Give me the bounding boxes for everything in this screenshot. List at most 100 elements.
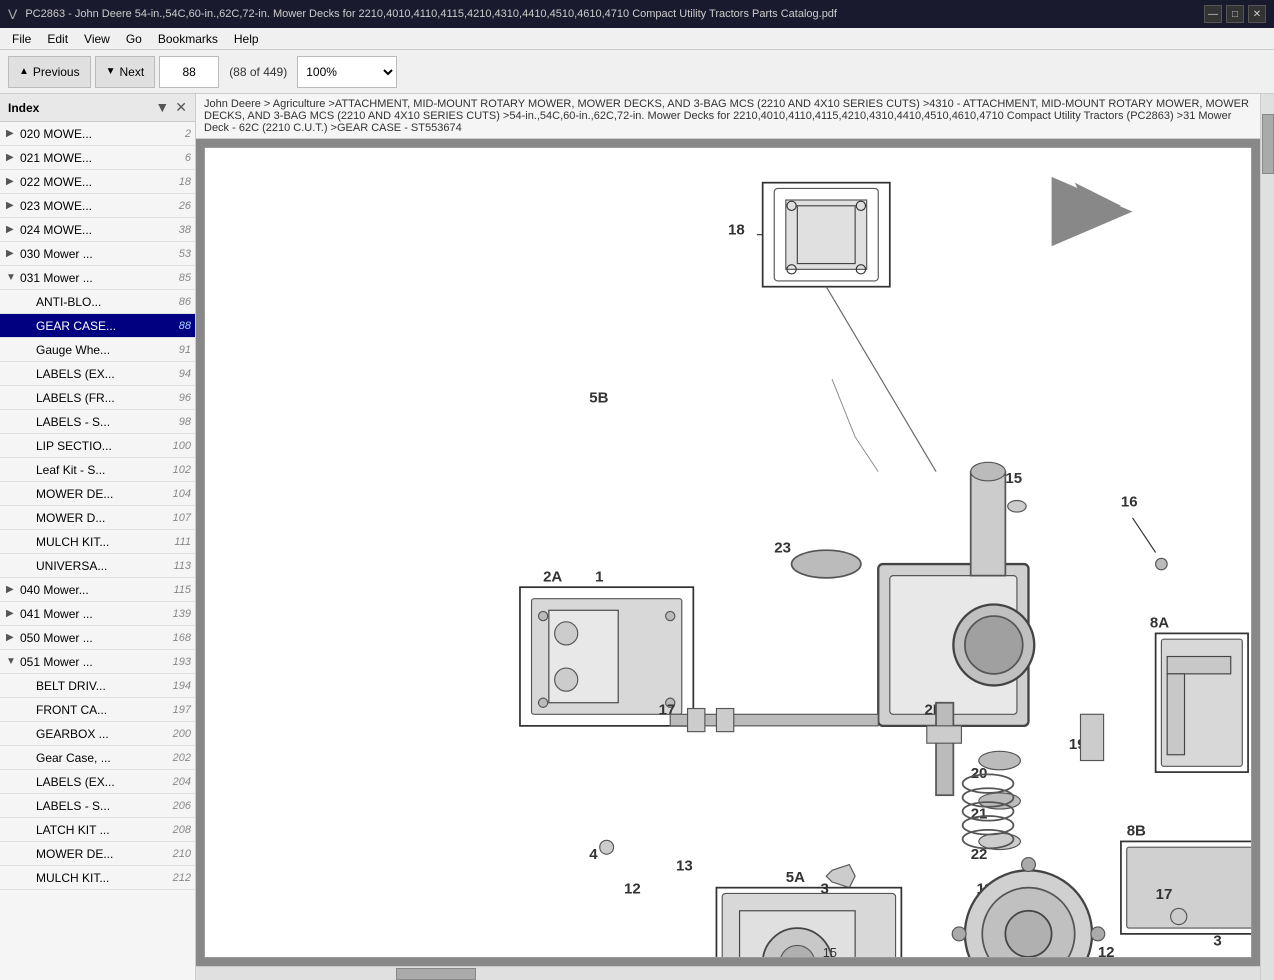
sidebar-item-051-belt[interactable]: BELT DRIV...194: [0, 674, 195, 698]
scroll-thumb[interactable]: [1262, 114, 1274, 174]
svg-text:5A: 5A: [786, 869, 805, 886]
sidebar-item-page: 91: [179, 344, 191, 356]
sidebar-item-page: 139: [173, 608, 191, 620]
next-button[interactable]: ▼ Next: [95, 56, 156, 88]
previous-arrow-icon: ▲: [19, 66, 29, 77]
sidebar-item-page: 88: [179, 320, 191, 332]
sidebar-item-031[interactable]: ▼031 Mower ...85: [0, 266, 195, 290]
sidebar-item-051-labelss[interactable]: LABELS - S... 206: [0, 794, 195, 818]
previous-button[interactable]: ▲ Previous: [8, 56, 91, 88]
expand-icon: ▶: [6, 608, 20, 619]
sidebar-item-051-mulch[interactable]: MULCH KIT...212: [0, 866, 195, 890]
sidebar-item-page: 206: [173, 800, 191, 812]
sidebar-item-031-labelss[interactable]: LABELS - S...98: [0, 410, 195, 434]
sidebar-item-page: 212: [173, 872, 191, 884]
expand-icon: ▶: [6, 128, 20, 139]
sidebar-item-031-gauge[interactable]: Gauge Whe... 91: [0, 338, 195, 362]
sidebar-item-label: LABELS (EX...: [36, 775, 169, 789]
svg-text:18: 18: [728, 222, 745, 239]
svg-text:23: 23: [774, 540, 791, 557]
sidebar-item-label: MOWER DE...: [36, 847, 169, 861]
sidebar-item-label: 041 Mower ...: [20, 607, 169, 621]
menu-help[interactable]: Help: [226, 30, 267, 48]
sidebar-item-page: 96: [179, 392, 191, 404]
sidebar-item-page: 208: [173, 824, 191, 836]
sidebar-item-label: LABELS (FR...: [36, 391, 175, 405]
sidebar-item-031-labelsex[interactable]: LABELS (EX...94: [0, 362, 195, 386]
sidebar-item-051-front[interactable]: FRONT CA...197: [0, 698, 195, 722]
sidebar-item-051-gearbox[interactable]: GEARBOX ...200: [0, 722, 195, 746]
sidebar-item-page: 18: [179, 176, 191, 188]
sidebar-item-page: 102: [173, 464, 191, 476]
svg-text:1: 1: [595, 568, 603, 585]
menu-edit[interactable]: Edit: [39, 30, 76, 48]
sidebar-item-page: 86: [179, 296, 191, 308]
sidebar-item-041[interactable]: ▶041 Mower ... 139: [0, 602, 195, 626]
expand-icon: ▶: [6, 176, 20, 187]
sidebar-item-023[interactable]: ▶023 MOWE...26: [0, 194, 195, 218]
sidebar-item-020[interactable]: ▶020 MOWE...2: [0, 122, 195, 146]
sidebar-header: Index ▼ ✕: [0, 94, 195, 122]
sidebar-item-label: 050 Mower ...: [20, 631, 169, 645]
page-number-input[interactable]: [159, 56, 219, 88]
close-button[interactable]: ✕: [1248, 5, 1266, 23]
vertical-scrollbar[interactable]: [1260, 94, 1274, 980]
sidebar-item-030[interactable]: ▶030 Mower ...53: [0, 242, 195, 266]
svg-text:2A: 2A: [543, 568, 562, 585]
sidebar-item-031-anti[interactable]: ANTI-BLO...86: [0, 290, 195, 314]
sidebar-item-page: 104: [173, 488, 191, 500]
sidebar-item-label: LABELS - S...: [36, 415, 175, 429]
page-info: (88 of 449): [223, 65, 293, 79]
sidebar-close-icon[interactable]: ✕: [175, 99, 187, 116]
sidebar-item-031-gear[interactable]: GEAR CASE...88: [0, 314, 195, 338]
sidebar-item-051-labelsex[interactable]: LABELS (EX...204: [0, 770, 195, 794]
sidebar-item-031-mowerd[interactable]: MOWER D...107: [0, 506, 195, 530]
sidebar-header-icons: ▼ ✕: [155, 99, 187, 116]
sidebar-item-label: GEARBOX ...: [36, 727, 169, 741]
svg-text:12: 12: [624, 880, 641, 897]
sidebar-item-040[interactable]: ▶040 Mower...115: [0, 578, 195, 602]
sidebar-item-024[interactable]: ▶024 MOWE...38: [0, 218, 195, 242]
sidebar-item-label: LABELS - S...: [36, 799, 169, 813]
sidebar-item-label: Gauge Whe...: [36, 343, 175, 357]
sidebar-item-031-labelsfr[interactable]: LABELS (FR... 96: [0, 386, 195, 410]
horizontal-scrollbar[interactable]: [196, 966, 1260, 980]
sidebar-item-page: 100: [173, 440, 191, 452]
svg-text:5B: 5B: [589, 389, 608, 406]
minimize-button[interactable]: —: [1204, 5, 1222, 23]
sidebar-item-label: 030 Mower ...: [20, 247, 175, 261]
svg-text:10: 10: [965, 956, 982, 957]
sidebar-item-051[interactable]: ▼051 Mower ...193: [0, 650, 195, 674]
sidebar-item-label: Gear Case, ...: [36, 751, 169, 765]
sidebar-item-label: MOWER DE...: [36, 487, 169, 501]
sidebar-item-051-latch[interactable]: LATCH KIT ...208: [0, 818, 195, 842]
sidebar-item-031-mowerde[interactable]: MOWER DE... 104: [0, 482, 195, 506]
menu-bookmarks[interactable]: Bookmarks: [150, 30, 226, 48]
titlebar: V PC2863 - John Deere 54-in.,54C,60-in.,…: [0, 0, 1274, 28]
svg-text:15: 15: [1005, 470, 1022, 487]
sidebar-list[interactable]: ▶020 MOWE...2▶021 MOWE...6▶022 MOWE...18…: [0, 122, 195, 980]
sidebar-item-031-universal[interactable]: UNIVERSA...113: [0, 554, 195, 578]
sidebar-item-031-lip[interactable]: LIP SECTIO...100: [0, 434, 195, 458]
sidebar-item-label: MOWER D...: [36, 511, 169, 525]
expand-icon: ▼: [6, 656, 20, 667]
sidebar-item-051-mowerde[interactable]: MOWER DE... 210: [0, 842, 195, 866]
window-title: PC2863 - John Deere 54-in.,54C,60-in.,62…: [25, 8, 1204, 20]
sidebar-item-051-gearcase[interactable]: Gear Case, ... 202: [0, 746, 195, 770]
menu-file[interactable]: File: [4, 30, 39, 48]
sidebar-item-page: 202: [173, 752, 191, 764]
maximize-button[interactable]: □: [1226, 5, 1244, 23]
sidebar-item-022[interactable]: ▶022 MOWE...18: [0, 170, 195, 194]
sidebar-item-031-leaf[interactable]: Leaf Kit - S...102: [0, 458, 195, 482]
sidebar-item-031-mulch[interactable]: MULCH KIT...111: [0, 530, 195, 554]
zoom-select[interactable]: 100% 50% 75% 125% 150% 200%: [297, 56, 397, 88]
svg-text:17: 17: [1156, 886, 1173, 903]
sidebar-item-page: 210: [173, 848, 191, 860]
sidebar-menu-icon[interactable]: ▼: [155, 99, 169, 116]
sidebar-item-050[interactable]: ▶050 Mower ...168: [0, 626, 195, 650]
sidebar-item-label: FRONT CA...: [36, 703, 169, 717]
content-wrapper: John Deere > Agriculture >ATTACHMENT, MI…: [196, 94, 1274, 980]
sidebar-item-021[interactable]: ▶021 MOWE...6: [0, 146, 195, 170]
menu-go[interactable]: Go: [118, 30, 150, 48]
menu-view[interactable]: View: [76, 30, 118, 48]
